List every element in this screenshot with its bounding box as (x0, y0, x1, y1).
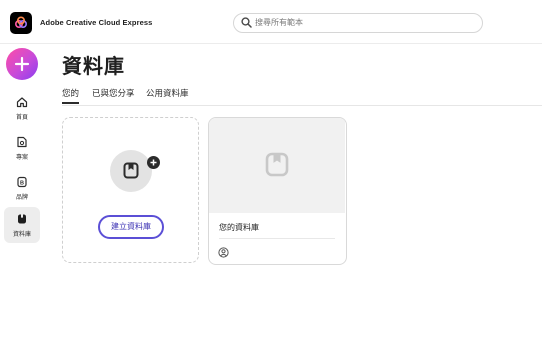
search-input[interactable] (255, 16, 465, 29)
tab-shared-with-you[interactable]: 已與您分享 (92, 87, 135, 103)
library-name: 您的資料庫 (219, 223, 259, 232)
create-library-card[interactable]: 建立資料庫 (62, 117, 199, 263)
plus-icon (150, 159, 157, 166)
tabs-divider (62, 105, 542, 106)
library-icon (18, 214, 26, 224)
sidebar-item-brand[interactable]: B 品牌 (4, 170, 40, 206)
sidebar-item-label: 首頁 (15, 115, 28, 121)
create-new-button[interactable] (6, 48, 38, 80)
tab-yours[interactable]: 您的 (62, 87, 80, 104)
card-divider (219, 238, 335, 239)
projects-icon (17, 136, 27, 148)
library-tabs: 您的 已與您分享 公用資料庫 (62, 86, 542, 104)
search-bar[interactable] (233, 13, 483, 33)
library-placeholder (110, 150, 152, 192)
app-logo-icon[interactable] (10, 12, 32, 34)
top-header: Adobe Creative Cloud Express (0, 0, 542, 44)
search-icon (241, 17, 252, 28)
page-title: 資料庫 (62, 56, 125, 78)
library-card[interactable]: 您的資料庫 (208, 117, 347, 265)
tab-public-libraries[interactable]: 公用資料庫 (146, 87, 189, 103)
sidebar-item-libraries[interactable]: 資料庫 (4, 207, 40, 243)
sidebar-item-label: 專案 (15, 155, 28, 161)
home-icon (16, 97, 28, 108)
library-icon (123, 162, 139, 179)
svg-text:B: B (20, 181, 24, 187)
sidebar-item-home[interactable]: 首頁 (4, 90, 40, 126)
library-thumbnail (209, 118, 345, 213)
user-icon (218, 247, 229, 258)
brand-icon: B (17, 176, 27, 188)
creative-cloud-logo-icon (14, 16, 28, 29)
sidebar-item-label: 資料庫 (12, 232, 31, 238)
plus-icon (14, 56, 30, 72)
sidebar-item-label: 品牌 (15, 195, 28, 201)
sidebar-item-projects[interactable]: 專案 (4, 130, 40, 166)
plus-badge (147, 156, 160, 169)
library-icon (265, 152, 289, 177)
app-name: Adobe Creative Cloud Express (40, 18, 153, 27)
create-library-button[interactable]: 建立資料庫 (98, 215, 164, 239)
